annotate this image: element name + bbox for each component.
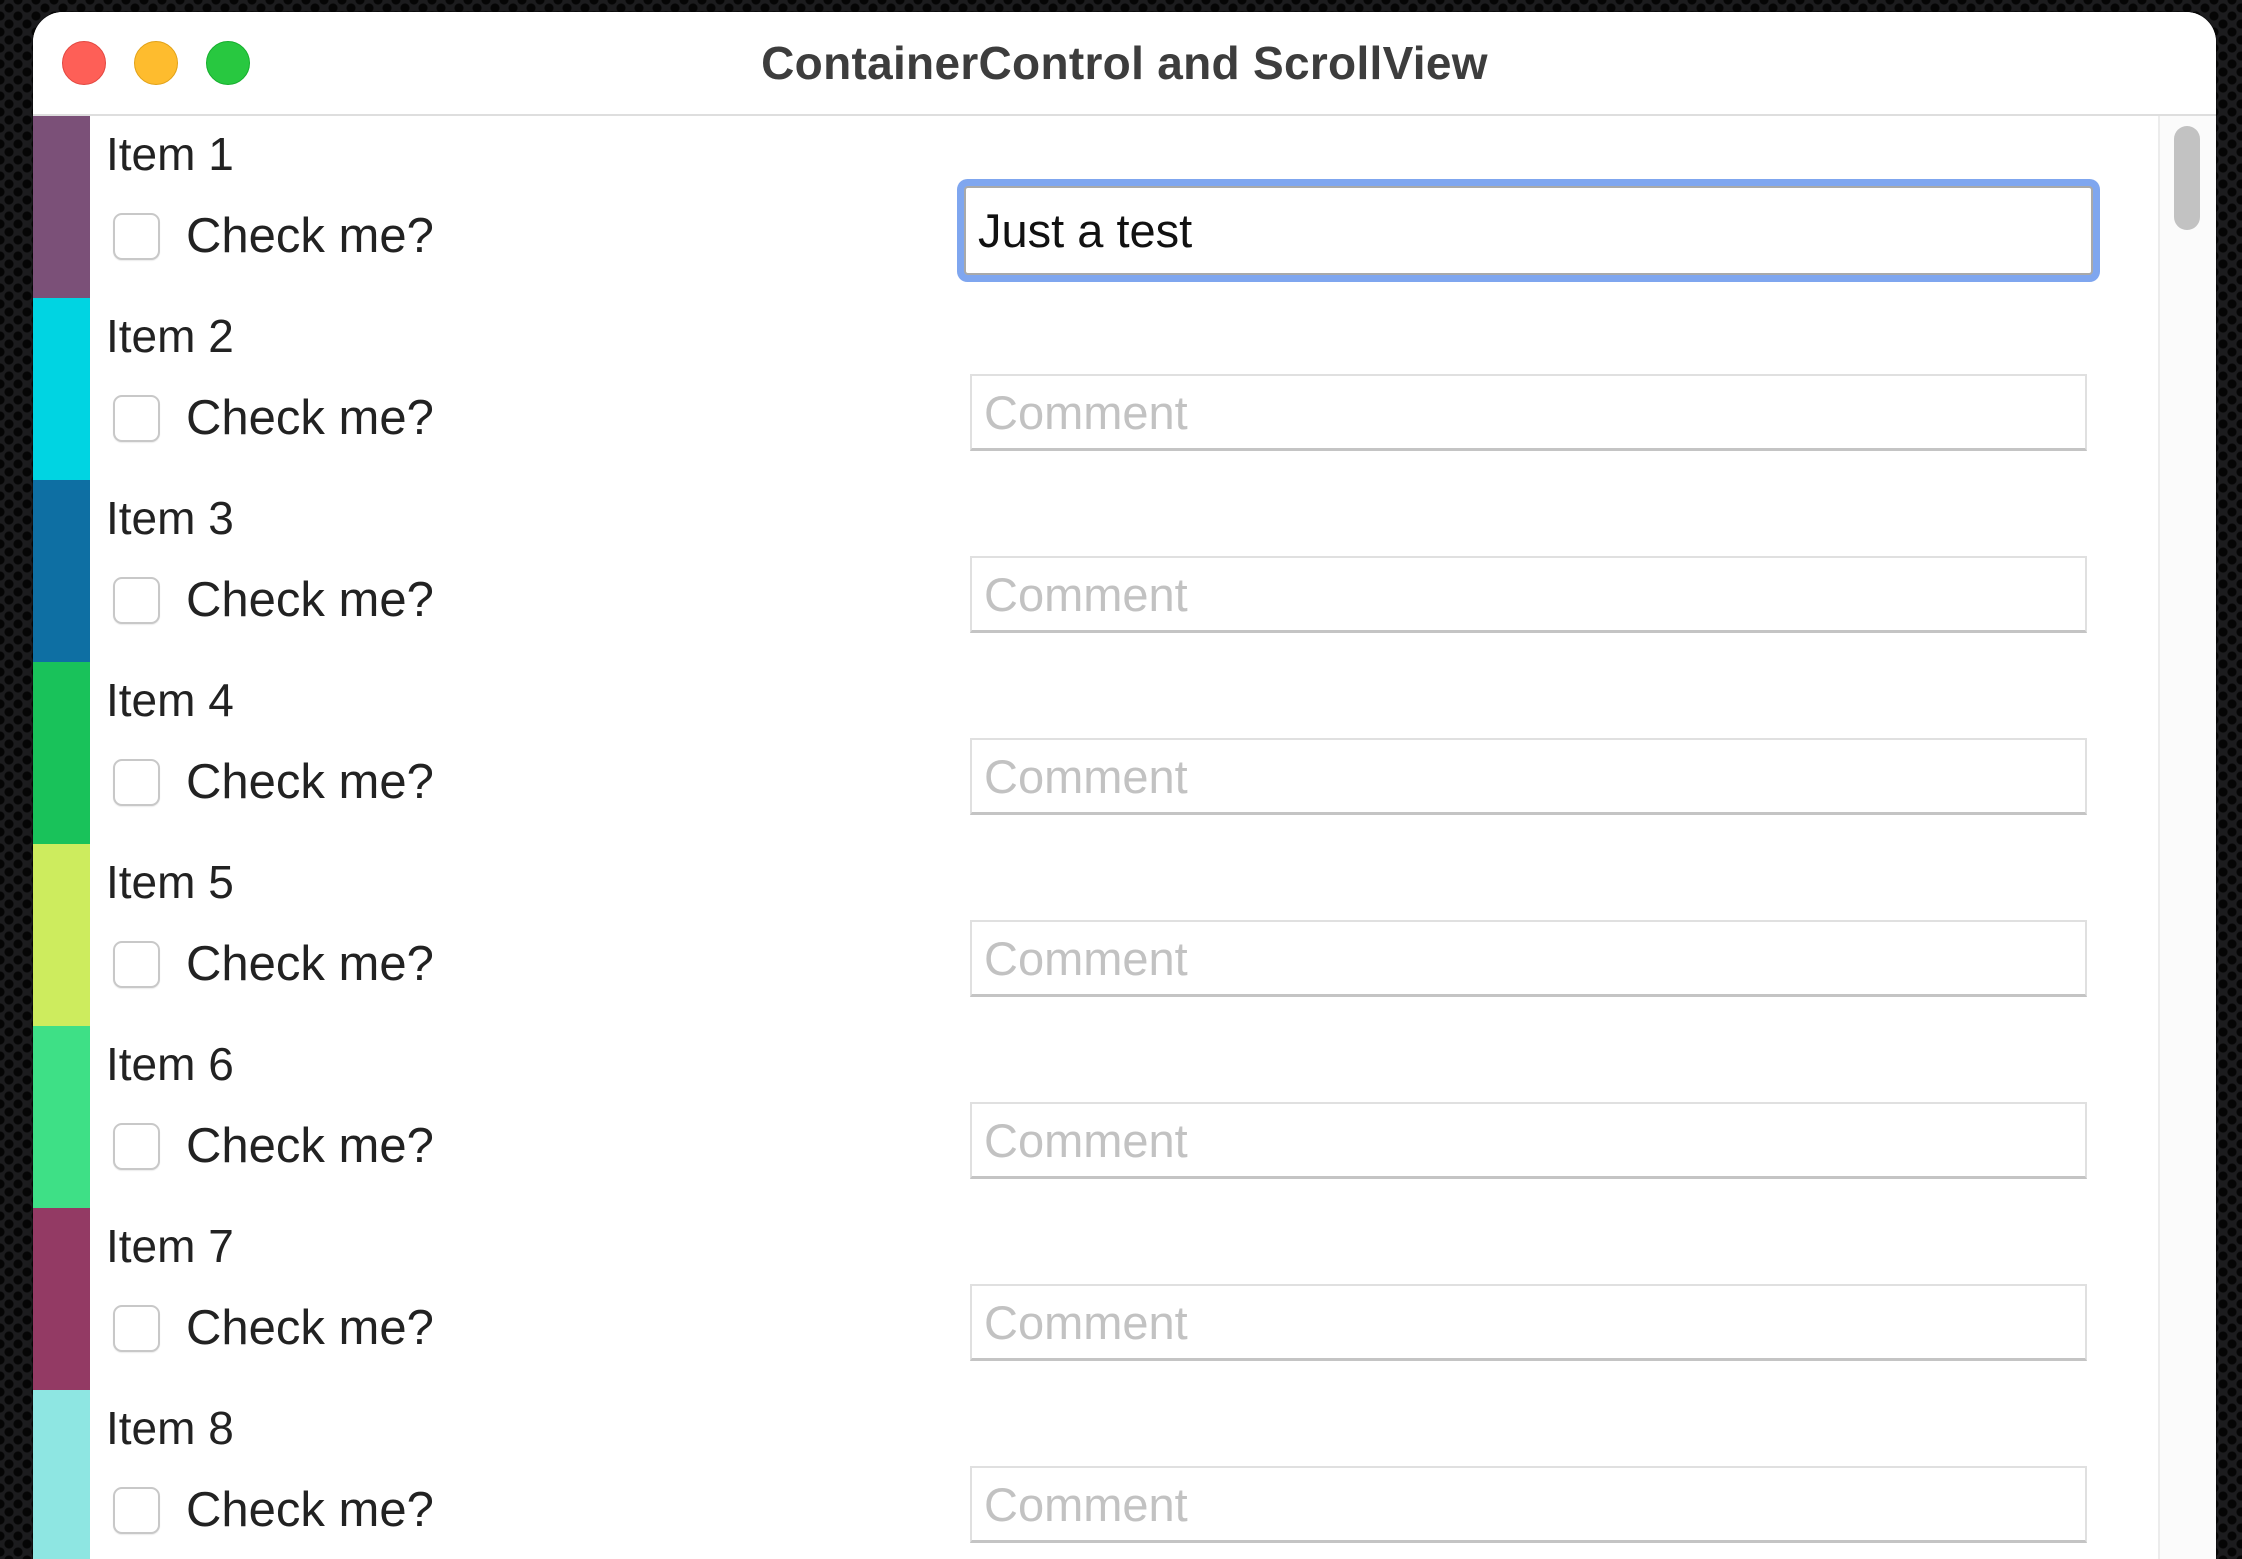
window-title: ContainerControl and ScrollView	[761, 37, 1488, 89]
scroll-view[interactable]: Item 1 Check me? Item 2 Check me? Item 3 Chec…	[33, 116, 2216, 1559]
check-me-checkbox[interactable]	[113, 1122, 160, 1170]
checkbox-label[interactable]: Check me?	[186, 208, 434, 264]
item-label: Item 2	[106, 310, 234, 362]
list-item: Item 5 Check me?	[33, 844, 2158, 1026]
item-color-swatch	[33, 116, 90, 298]
checkbox-label[interactable]: Check me?	[186, 754, 434, 810]
list-item: Item 4 Check me?	[33, 662, 2158, 844]
check-me-checkbox[interactable]	[113, 212, 160, 260]
check-me-checkbox[interactable]	[113, 394, 160, 442]
check-me-control[interactable]: Check me?	[113, 208, 434, 264]
list-item: Item 7 Check me?	[33, 1208, 2158, 1390]
comment-input[interactable]	[970, 738, 2087, 815]
check-me-control[interactable]: Check me?	[113, 754, 434, 810]
comment-input[interactable]	[964, 186, 2093, 275]
list-item: Item 8 Check me?	[33, 1390, 2158, 1559]
check-me-control[interactable]: Check me?	[113, 1118, 434, 1174]
item-color-swatch	[33, 1208, 90, 1390]
item-color-swatch	[33, 1026, 90, 1208]
list-item: Item 1 Check me?	[33, 116, 2158, 298]
item-label: Item 5	[106, 856, 234, 908]
comment-input[interactable]	[970, 1102, 2087, 1179]
vertical-scrollbar[interactable]	[2158, 116, 2216, 1559]
check-me-checkbox[interactable]	[113, 1486, 160, 1534]
comment-input[interactable]	[970, 920, 2087, 997]
check-me-control[interactable]: Check me?	[113, 936, 434, 992]
scrollbar-thumb[interactable]	[2174, 126, 2200, 230]
check-me-checkbox[interactable]	[113, 940, 160, 988]
comment-input[interactable]	[970, 1284, 2087, 1361]
item-label: Item 7	[106, 1220, 234, 1272]
check-me-checkbox[interactable]	[113, 576, 160, 624]
item-color-swatch	[33, 662, 90, 844]
list-item: Item 2 Check me?	[33, 298, 2158, 480]
comment-input[interactable]	[970, 556, 2087, 633]
app-window: ContainerControl and ScrollView Item 1 Ch…	[33, 12, 2216, 1559]
checkbox-label[interactable]: Check me?	[186, 572, 434, 628]
comment-input[interactable]	[970, 374, 2087, 451]
check-me-control[interactable]: Check me?	[113, 572, 434, 628]
list-item: Item 6 Check me?	[33, 1026, 2158, 1208]
item-color-swatch	[33, 1390, 90, 1559]
checkbox-label[interactable]: Check me?	[186, 390, 434, 446]
item-color-swatch	[33, 298, 90, 480]
check-me-checkbox[interactable]	[113, 1304, 160, 1352]
item-color-swatch	[33, 844, 90, 1026]
checkbox-label[interactable]: Check me?	[186, 1300, 434, 1356]
title-bar[interactable]: ContainerControl and ScrollView	[33, 12, 2216, 116]
item-color-swatch	[33, 480, 90, 662]
check-me-control[interactable]: Check me?	[113, 390, 434, 446]
checkbox-label[interactable]: Check me?	[186, 1482, 434, 1538]
comment-input[interactable]	[970, 1466, 2087, 1543]
item-label: Item 1	[106, 128, 234, 180]
list-item: Item 3 Check me?	[33, 480, 2158, 662]
item-label: Item 8	[106, 1402, 234, 1454]
item-label: Item 6	[106, 1038, 234, 1090]
item-label: Item 3	[106, 492, 234, 544]
check-me-checkbox[interactable]	[113, 758, 160, 806]
checkbox-label[interactable]: Check me?	[186, 1118, 434, 1174]
item-label: Item 4	[106, 674, 234, 726]
check-me-control[interactable]: Check me?	[113, 1482, 434, 1538]
check-me-control[interactable]: Check me?	[113, 1300, 434, 1356]
checkbox-label[interactable]: Check me?	[186, 936, 434, 992]
